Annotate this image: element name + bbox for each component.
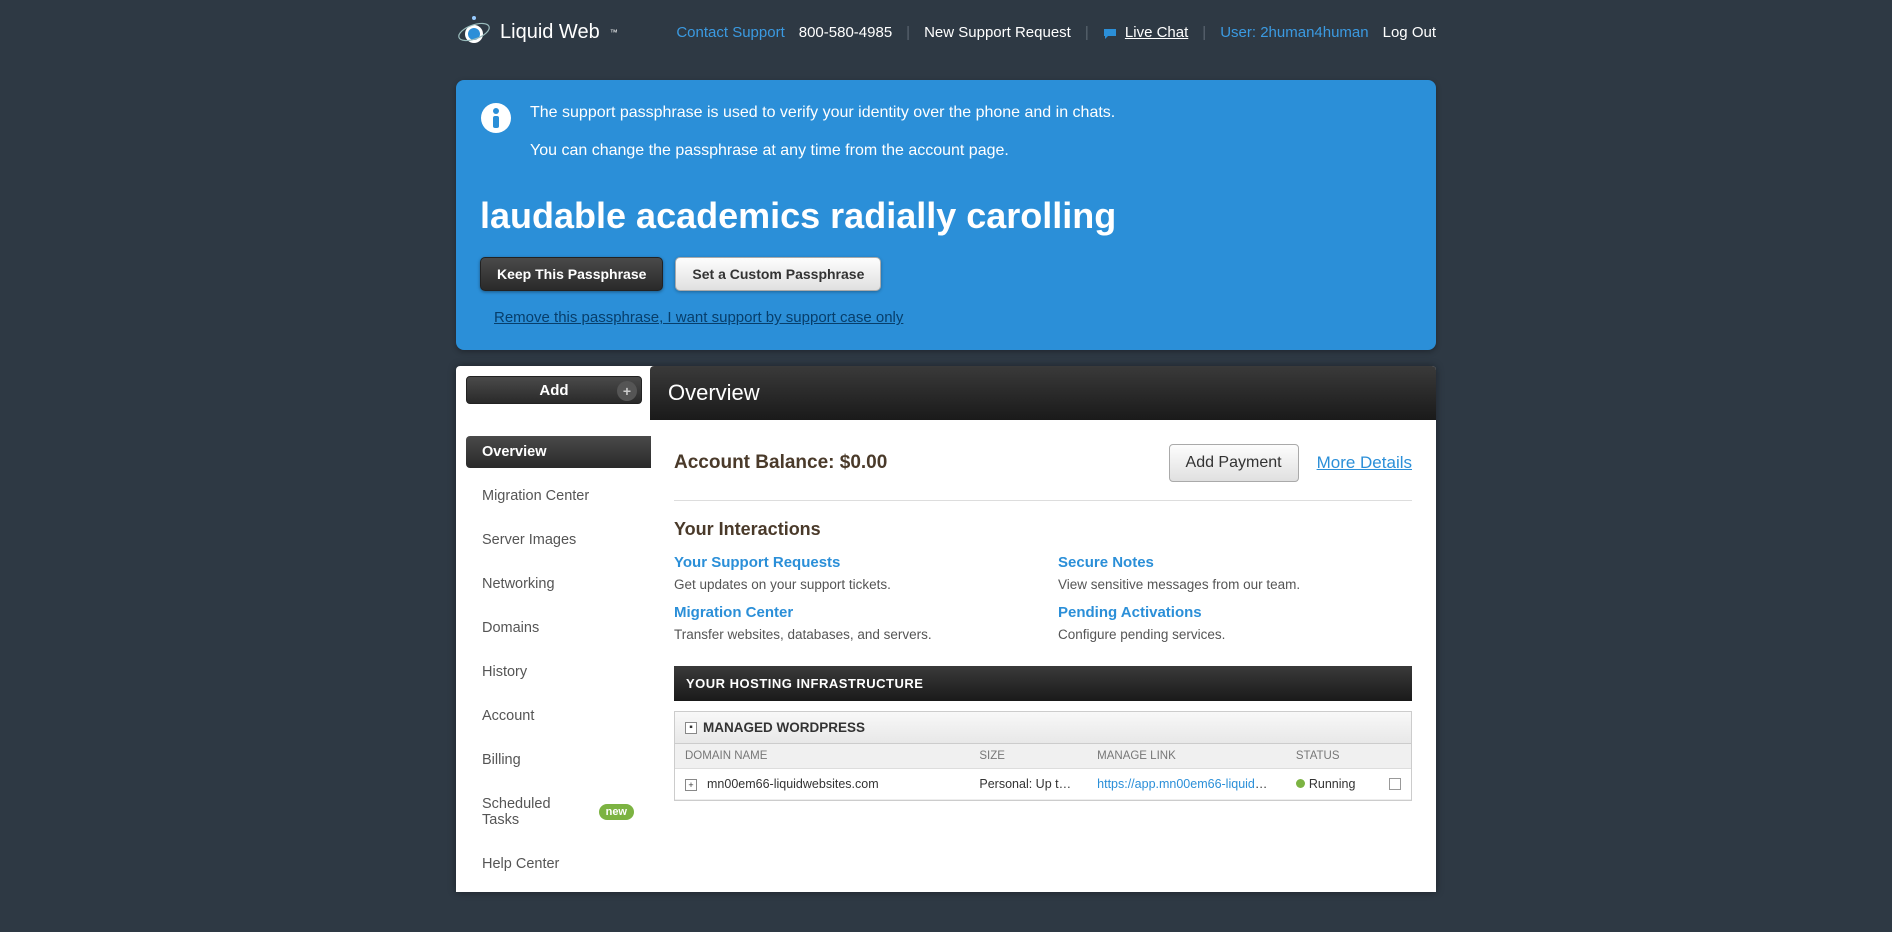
domain-name-cell: mn00em66-liquidwebsites.com <box>707 777 879 791</box>
status-cell: Running <box>1309 777 1356 791</box>
add-button[interactable]: Add + <box>466 376 642 404</box>
col-status: STATUS <box>1286 744 1411 769</box>
sidebar-item-history[interactable]: History <box>466 656 650 688</box>
new-support-request-link[interactable]: New Support Request <box>924 24 1071 41</box>
sidebar-item-overview[interactable]: Overview <box>466 436 651 468</box>
phone-number: 800-580-4985 <box>799 24 892 41</box>
chat-icon <box>1103 27 1117 39</box>
interactions-title: Your Interactions <box>674 519 1412 540</box>
passphrase-banner: The support passphrase is used to verify… <box>456 80 1436 350</box>
more-details-link[interactable]: More Details <box>1317 453 1412 473</box>
expand-icon[interactable]: + <box>685 779 697 791</box>
set-custom-passphrase-button[interactable]: Set a Custom Passphrase <box>675 257 881 291</box>
interaction-migration-center: Migration CenterTransfer websites, datab… <box>674 604 1028 642</box>
content: Overview Account Balance: $0.00 Add Paym… <box>650 366 1436 892</box>
account-balance: Account Balance: $0.00 <box>674 452 887 474</box>
sidebar-item-help-center[interactable]: Help Center <box>466 848 650 880</box>
collapse-icon: ▪ <box>685 722 697 734</box>
managed-wordpress-header[interactable]: ▪ MANAGED WORDPRESS <box>675 712 1411 744</box>
banner-line1: The support passphrase is used to verify… <box>530 100 1115 126</box>
sidebar-item-migration-center[interactable]: Migration Center <box>466 480 650 512</box>
size-cell: Personal: Up to 1… <box>969 769 1087 800</box>
remove-passphrase-link[interactable]: Remove this passphrase, I want support b… <box>494 309 903 326</box>
contact-support-link[interactable]: Contact Support <box>676 24 784 41</box>
logo[interactable]: Liquid Web™ <box>456 14 618 50</box>
sidebar-item-scheduled-tasks[interactable]: Scheduled Tasksnew <box>466 788 650 836</box>
sidebar-item-account[interactable]: Account <box>466 700 650 732</box>
col-manage-link: MANAGE LINK <box>1087 744 1286 769</box>
logout-link[interactable]: Log Out <box>1383 24 1436 41</box>
interaction-link[interactable]: Your Support Requests <box>674 554 1028 571</box>
sidebar-item-billing[interactable]: Billing <box>466 744 650 776</box>
passphrase-value: laudable academics radially carolling <box>480 195 1412 237</box>
manage-link[interactable]: https://app.mn00em66-liquidwebs <box>1097 777 1284 791</box>
new-badge: new <box>599 804 634 820</box>
sidebar-item-networking[interactable]: Networking <box>466 568 650 600</box>
username-link[interactable]: 2human4human <box>1260 24 1368 41</box>
sidebar-item-domains[interactable]: Domains <box>466 612 650 644</box>
interaction-link[interactable]: Secure Notes <box>1058 554 1412 571</box>
interaction-pending-activations: Pending ActivationsConfigure pending ser… <box>1058 604 1412 642</box>
brand-name: Liquid Web <box>500 21 600 44</box>
col-domain-name: DOMAIN NAME <box>675 744 969 769</box>
page-title: Overview <box>650 366 1436 420</box>
plus-icon: + <box>617 381 637 401</box>
interaction-link[interactable]: Pending Activations <box>1058 604 1412 621</box>
add-payment-button[interactable]: Add Payment <box>1169 444 1299 482</box>
interaction-link[interactable]: Migration Center <box>674 604 1028 621</box>
col-size: SIZE <box>969 744 1087 769</box>
user-label: User: <box>1220 24 1256 41</box>
info-icon <box>480 102 512 134</box>
sidebar: Add + Overview Migration Center Server Ima… <box>456 366 650 892</box>
table-row[interactable]: + mn00em66-liquidwebsites.com Personal: U… <box>675 769 1411 800</box>
infrastructure-header: YOUR HOSTING INFRASTRUCTURE <box>674 666 1412 701</box>
interaction-secure-notes: Secure NotesView sensitive messages from… <box>1058 554 1412 592</box>
sidebar-item-server-images[interactable]: Server Images <box>466 524 650 556</box>
banner-line2: You can change the passphrase at any tim… <box>530 138 1115 164</box>
live-chat-link[interactable]: Live Chat <box>1125 24 1188 41</box>
row-checkbox[interactable] <box>1389 778 1401 790</box>
status-dot-icon <box>1296 779 1305 788</box>
keep-passphrase-button[interactable]: Keep This Passphrase <box>480 257 663 291</box>
topbar: Liquid Web™ Contact Support 800-580-4985… <box>0 0 1892 64</box>
logo-icon <box>456 14 492 50</box>
interaction-your-support-requests: Your Support RequestsGet updates on your… <box>674 554 1028 592</box>
